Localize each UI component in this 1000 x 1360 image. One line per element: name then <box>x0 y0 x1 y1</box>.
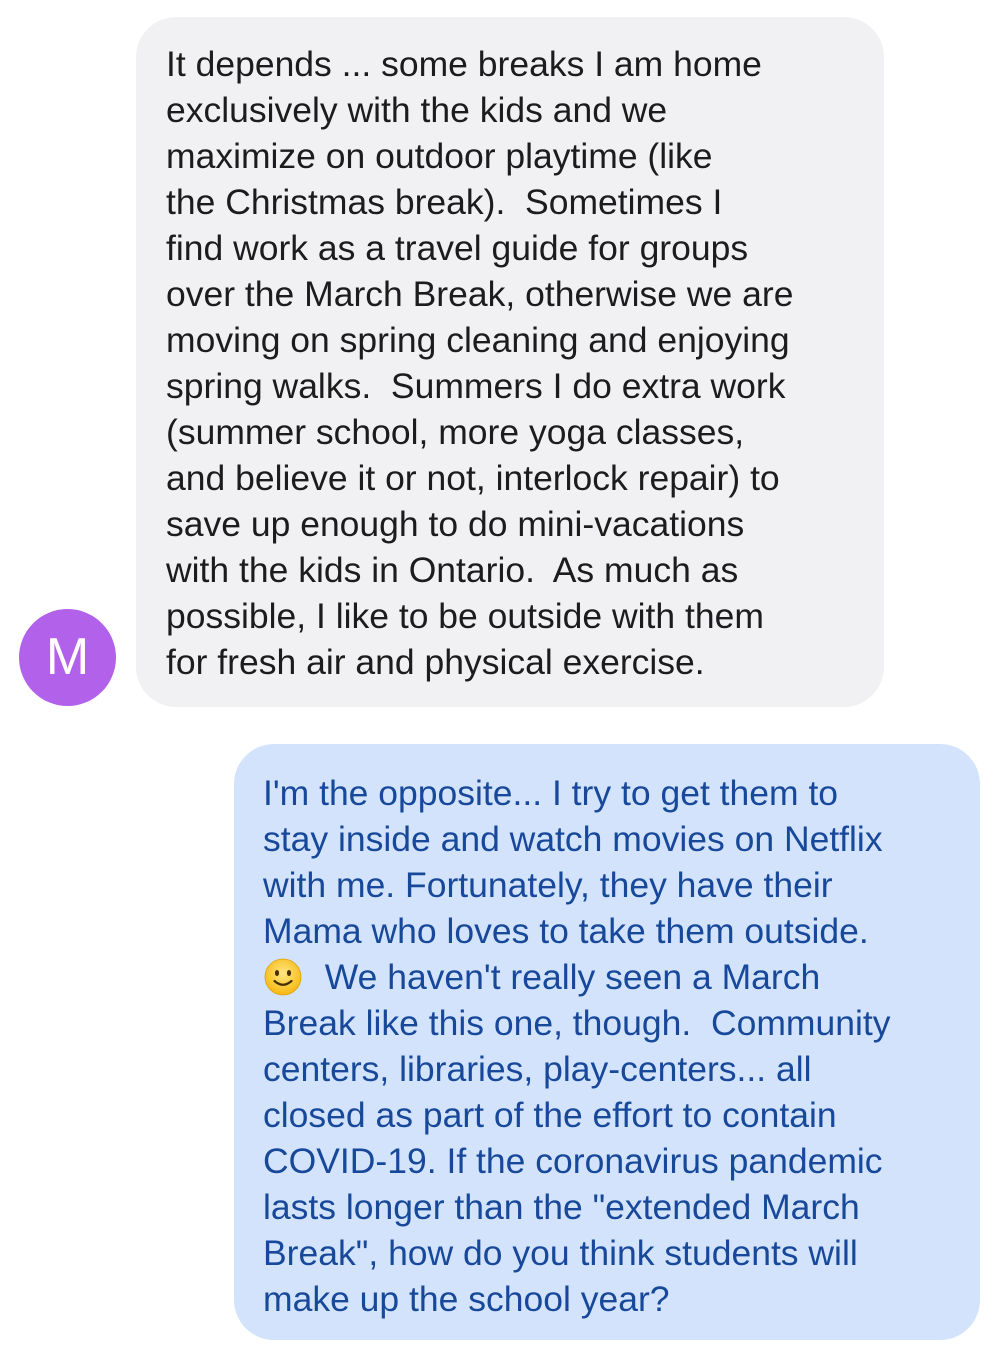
message-line-with-emoji: We haven't really seen a March <box>263 954 966 1000</box>
message-line: stay inside and watch movies on Netflix <box>263 819 883 859</box>
message-line: COVID-19. If the coronavirus pandemic <box>263 1141 883 1181</box>
avatar-initial: M <box>45 628 90 686</box>
message-line: moving on spring cleaning and enjoying <box>166 320 790 360</box>
outgoing-message-bubble[interactable]: I'm the opposite... I try to get them to… <box>234 744 980 1340</box>
message-line: make up the school year? <box>263 1279 670 1319</box>
message-line: over the March Break, otherwise we are <box>166 274 794 314</box>
message-line: lasts longer than the "extended March <box>263 1187 860 1227</box>
message-line: Mama who loves to take them outside. <box>263 911 869 951</box>
message-line: with the kids in Ontario. As much as <box>166 550 739 590</box>
message-line: Break like this one, though. Community <box>263 1003 891 1043</box>
message-text: We haven't really seen a March <box>305 957 821 997</box>
message-line: centers, libraries, play-centers... all <box>263 1049 812 1089</box>
message-line: spring walks. Summers I do extra work <box>166 366 786 406</box>
message-line: the Christmas break). Sometimes I <box>166 182 723 222</box>
message-line: maximize on outdoor playtime (like <box>166 136 713 176</box>
message-line: I'm the opposite... I try to get them to <box>263 773 839 813</box>
message-line: It depends ... some breaks I am home <box>166 44 762 84</box>
slightly-smiling-face-icon <box>263 957 303 997</box>
message-line: and believe it or not, interlock repair)… <box>166 458 780 498</box>
message-line: possible, I like to be outside with them <box>166 596 764 636</box>
incoming-message-bubble[interactable]: It depends ... some breaks I am home exc… <box>136 17 884 707</box>
message-line: for fresh air and physical exercise. <box>166 642 705 682</box>
message-line: with me. Fortunately, they have their <box>263 865 833 905</box>
message-line: (summer school, more yoga classes, <box>166 412 745 452</box>
sender-avatar[interactable]: M <box>19 609 116 706</box>
message-line: exclusively with the kids and we <box>166 90 668 130</box>
message-line: closed as part of the effort to contain <box>263 1095 837 1135</box>
message-line: Break", how do you think students will <box>263 1233 858 1273</box>
message-line: find work as a travel guide for groups <box>166 228 749 268</box>
message-line: save up enough to do mini-vacations <box>166 504 745 544</box>
